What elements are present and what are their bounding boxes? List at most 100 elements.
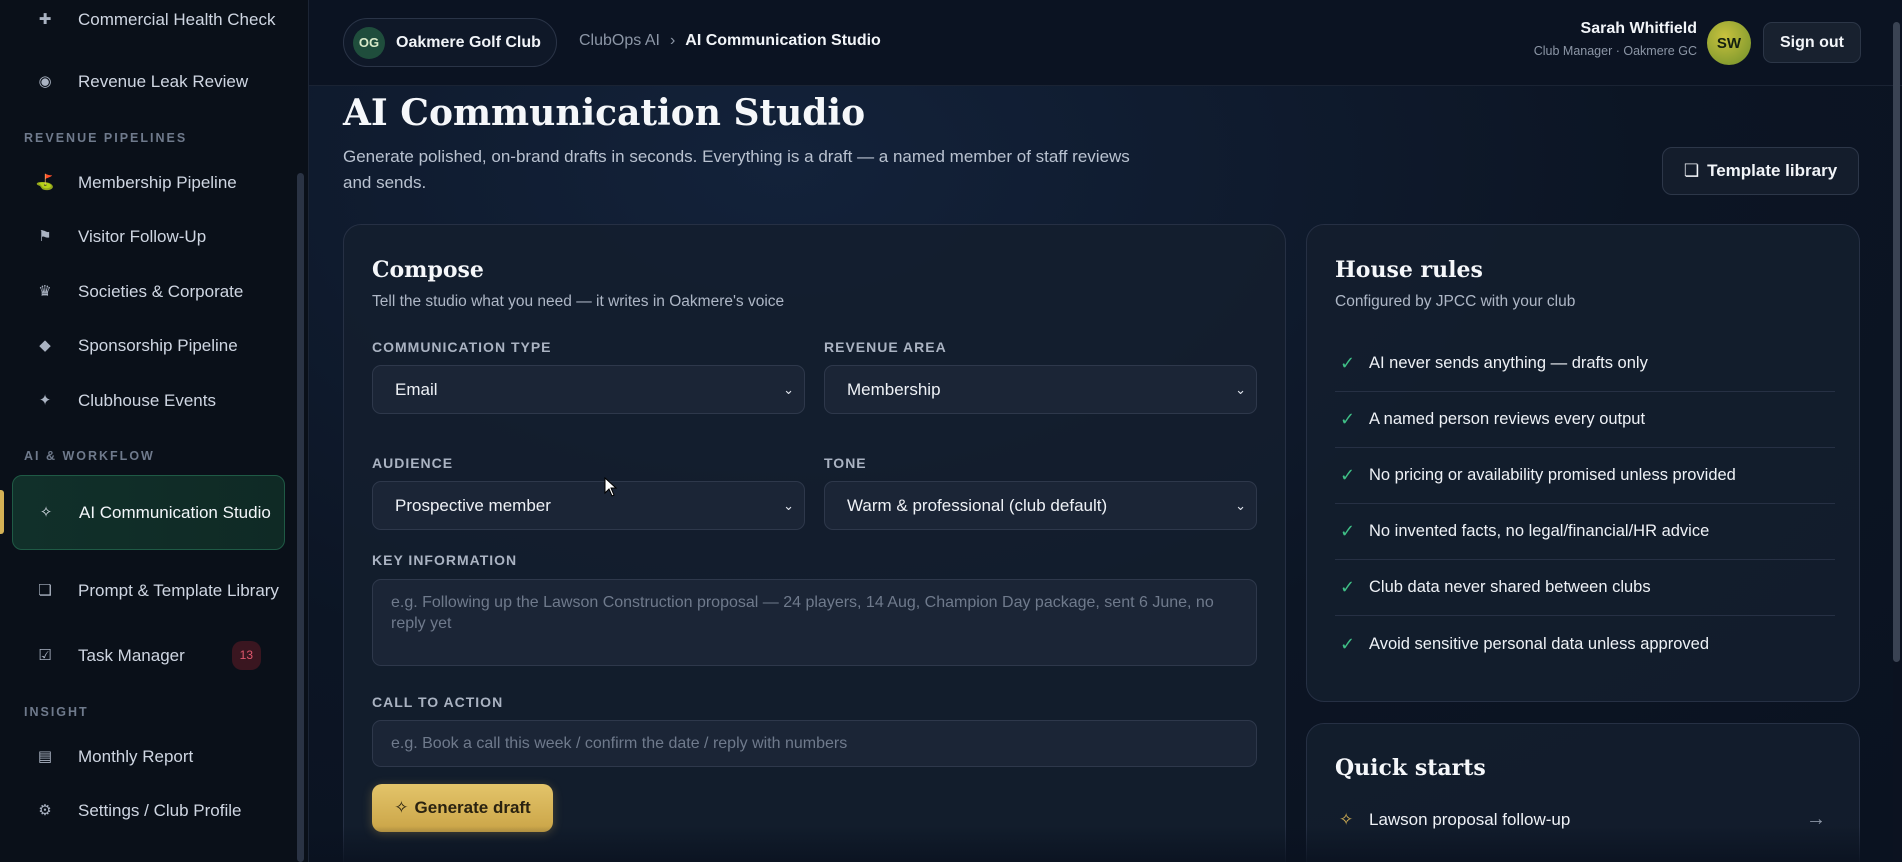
- compose-subtitle: Tell the studio what you need — it write…: [372, 293, 785, 310]
- user-name: Sarah Whitfield: [1580, 20, 1697, 37]
- chevron-down-icon: ⌄: [1235, 381, 1246, 397]
- rule-text: No pricing or availability promised unle…: [1369, 466, 1736, 484]
- sidebar-item-label: Membership Pipeline: [78, 173, 237, 192]
- breadcrumb-current: AI Communication Studio: [685, 32, 881, 49]
- key-information-placeholder: e.g. Following up the Lawson Constructio…: [391, 594, 1214, 632]
- breadcrumb: ClubOps AI › AI Communication Studio: [579, 32, 881, 50]
- house-rules-card: House rules Configured by JPCC with your…: [1306, 224, 1860, 702]
- chevron-down-icon: ⌄: [783, 381, 794, 397]
- key-information-input[interactable]: e.g. Following up the Lawson Constructio…: [372, 579, 1257, 666]
- report-icon: ▤: [37, 748, 53, 765]
- gear-icon: ⚙: [38, 802, 52, 819]
- plus-icon: ✚: [38, 10, 52, 28]
- sidebar-item-label: Revenue Leak Review: [78, 72, 249, 91]
- sidebar-item-visitor-follow-up[interactable]: ⚑ Visitor Follow-Up: [12, 224, 285, 249]
- tone-value: Warm & professional (club default): [847, 495, 1108, 515]
- sparkle-icon: ✧: [39, 504, 53, 521]
- compose-title: Compose: [372, 257, 484, 283]
- revenue-area-value: Membership: [847, 379, 941, 399]
- tone-label: TONE: [824, 455, 867, 471]
- section-label-insight: INSIGHT: [24, 705, 89, 719]
- chevron-down-icon: ⌄: [1235, 497, 1246, 513]
- revenue-area-label: REVENUE AREA: [824, 339, 947, 355]
- list-item: ✓ AI never sends anything — drafts only: [1335, 336, 1835, 392]
- call-to-action-label: CALL TO ACTION: [372, 694, 504, 710]
- golf-flag-icon: ⛳: [35, 174, 55, 191]
- sidebar-item-membership-pipeline[interactable]: ⛳ Membership Pipeline: [12, 170, 285, 195]
- generate-draft-button[interactable]: ✧ Generate draft: [372, 784, 553, 832]
- rule-text: AI never sends anything — drafts only: [1369, 354, 1648, 372]
- audience-value: Prospective member: [395, 495, 551, 515]
- sidebar-scrollbar[interactable]: [297, 173, 304, 862]
- sidebar-item-societies-corporate[interactable]: ♛ Societies & Corporate: [12, 279, 285, 304]
- call-to-action-placeholder: e.g. Book a call this week / confirm the…: [391, 735, 848, 752]
- call-to-action-input[interactable]: e.g. Book a call this week / confirm the…: [372, 720, 1257, 767]
- communication-type-label: COMMUNICATION TYPE: [372, 339, 552, 355]
- communication-type-select[interactable]: Email ⌄: [372, 365, 805, 414]
- list-item: ✓ A named person reviews every output: [1335, 392, 1835, 448]
- sidebar-item-label: Task Manager: [78, 646, 185, 665]
- list-item: ✓ Avoid sensitive personal data unless a…: [1335, 616, 1835, 672]
- bottom-fade: [309, 826, 1893, 862]
- breadcrumb-root[interactable]: ClubOps AI: [579, 32, 660, 50]
- diamond-icon: ◆: [39, 337, 51, 354]
- check-icon: ✓: [1340, 521, 1356, 541]
- sidebar-item-label: Prompt & Template Library: [78, 580, 279, 600]
- template-library-button[interactable]: ❏ Template library: [1662, 147, 1859, 195]
- section-label-ai: AI & WORKFLOW: [24, 449, 155, 463]
- template-library-label: Template library: [1707, 161, 1838, 180]
- sidebar-item-ai-communication-studio[interactable]: ✧ AI Communication Studio: [12, 475, 285, 550]
- target-icon: ◉: [38, 73, 52, 90]
- page-title: AI Communication Studio: [343, 92, 866, 134]
- sidebar-item-label: Settings / Club Profile: [78, 801, 242, 820]
- sidebar-item-clubhouse-events[interactable]: ✦ Clubhouse Events: [12, 388, 285, 413]
- crown-icon: ♛: [38, 283, 52, 300]
- template-icon: ❏: [38, 581, 52, 599]
- mouse-cursor-icon: [604, 477, 618, 497]
- sidebar-item-commercial-health-check[interactable]: ✚ Commercial Health Check: [12, 0, 285, 44]
- key-information-label: KEY INFORMATION: [372, 552, 518, 568]
- sparkle-icon: ✧: [394, 798, 409, 817]
- sidebar-item-label: Clubhouse Events: [78, 391, 216, 410]
- club-switcher[interactable]: OG Oakmere Golf Club: [343, 18, 557, 67]
- check-icon: ✓: [1340, 409, 1356, 429]
- rule-text: Club data never shared between clubs: [1369, 578, 1651, 596]
- rule-text: Avoid sensitive personal data unless app…: [1369, 634, 1709, 653]
- sparkle-icon: ✦: [38, 392, 52, 409]
- rule-text: No invented facts, no legal/financial/HR…: [1369, 522, 1710, 540]
- check-icon: ✓: [1340, 633, 1356, 654]
- page-scrollbar[interactable]: [1893, 22, 1900, 662]
- sidebar-item-settings[interactable]: ⚙ Settings / Club Profile: [12, 798, 285, 823]
- audience-select[interactable]: Prospective member ⌄: [372, 481, 805, 530]
- breadcrumb-separator: ›: [669, 32, 676, 49]
- revenue-area-select[interactable]: Membership ⌄: [824, 365, 1257, 414]
- list-item: ✓ Club data never shared between clubs: [1335, 560, 1835, 616]
- check-icon: ✓: [1340, 577, 1356, 597]
- communication-type-value: Email: [395, 379, 438, 399]
- house-rules-subtitle: Configured by JPCC with your club: [1335, 293, 1576, 310]
- sidebar-item-prompt-template-library[interactable]: ❏ Prompt & Template Library: [12, 564, 285, 616]
- sign-out-button[interactable]: Sign out: [1763, 22, 1861, 63]
- template-icon: ❏: [1683, 161, 1700, 180]
- sidebar-item-monthly-report[interactable]: ▤ Monthly Report: [12, 744, 285, 769]
- section-label-revenue: REVENUE PIPELINES: [24, 131, 188, 145]
- sidebar-item-sponsorship-pipeline[interactable]: ◆ Sponsorship Pipeline: [12, 333, 285, 358]
- checkbox-icon: ☑: [38, 647, 52, 664]
- house-rules-list: ✓ AI never sends anything — drafts only …: [1335, 336, 1835, 672]
- sidebar-item-revenue-leak-review[interactable]: ◉ Revenue Leak Review: [12, 69, 285, 94]
- sidebar-item-label: Societies & Corporate: [78, 282, 244, 301]
- quick-starts-title: Quick starts: [1335, 755, 1486, 781]
- user-info: Sarah Whitfield Club Manager · Oakmere G…: [1534, 20, 1697, 58]
- tone-select[interactable]: Warm & professional (club default) ⌄: [824, 481, 1257, 530]
- user-avatar[interactable]: SW: [1707, 21, 1751, 65]
- chevron-down-icon: ⌄: [783, 497, 794, 513]
- sidebar-item-label: Monthly Report: [78, 747, 194, 766]
- check-icon: ✓: [1340, 465, 1356, 485]
- club-name: Oakmere Golf Club: [396, 33, 541, 51]
- sidebar-item-label: AI Communication Studio: [79, 503, 271, 522]
- sidebar-item-task-manager[interactable]: ☑ Task Manager 13: [12, 641, 285, 670]
- club-avatar: OG: [353, 26, 385, 59]
- sidebar-item-label: Sponsorship Pipeline: [78, 336, 238, 355]
- list-item: ✓ No invented facts, no legal/financial/…: [1335, 504, 1835, 560]
- flag-icon: ⚑: [38, 228, 52, 245]
